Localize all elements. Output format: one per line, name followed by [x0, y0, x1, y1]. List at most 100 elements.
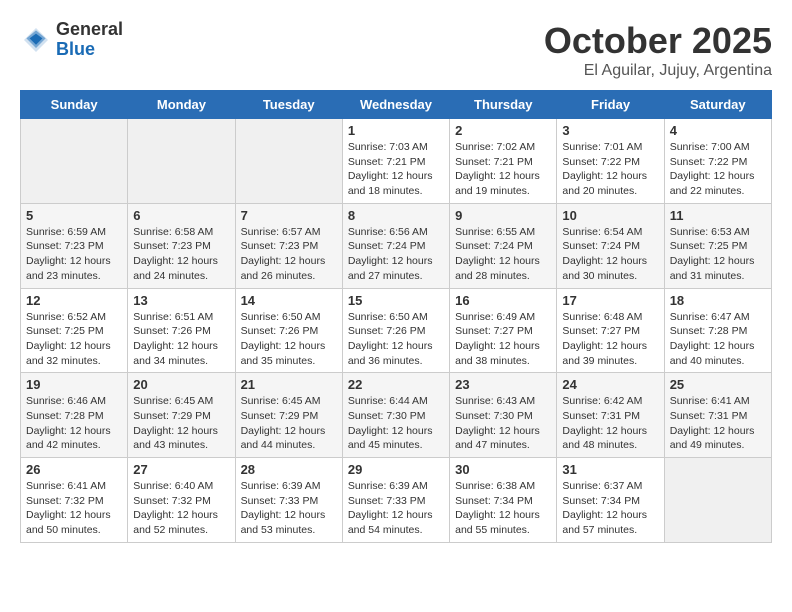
day-number: 3 — [562, 123, 658, 138]
day-number: 22 — [348, 377, 444, 392]
day-info: Sunrise: 6:44 AM Sunset: 7:30 PM Dayligh… — [348, 394, 444, 453]
day-info: Sunrise: 6:56 AM Sunset: 7:24 PM Dayligh… — [348, 225, 444, 284]
day-of-week-header: Saturday — [664, 91, 771, 119]
day-info: Sunrise: 6:38 AM Sunset: 7:34 PM Dayligh… — [455, 479, 551, 538]
day-info: Sunrise: 6:46 AM Sunset: 7:28 PM Dayligh… — [26, 394, 122, 453]
day-number: 21 — [241, 377, 337, 392]
day-info: Sunrise: 6:47 AM Sunset: 7:28 PM Dayligh… — [670, 310, 766, 369]
calendar-day-cell: 20 Sunrise: 6:45 AM Sunset: 7:29 PM Dayli… — [128, 373, 235, 458]
calendar-week-row: 19 Sunrise: 6:46 AM Sunset: 7:28 PM Dayli… — [21, 373, 772, 458]
day-info: Sunrise: 6:40 AM Sunset: 7:32 PM Dayligh… — [133, 479, 229, 538]
day-number: 20 — [133, 377, 229, 392]
day-info: Sunrise: 6:50 AM Sunset: 7:26 PM Dayligh… — [241, 310, 337, 369]
day-number: 10 — [562, 208, 658, 223]
calendar-table: SundayMondayTuesdayWednesdayThursdayFrid… — [20, 90, 772, 543]
calendar-day-cell: 24Sunrise: 6:42 AM Sunset: 7:31 PM Dayli… — [557, 373, 664, 458]
day-info: Sunrise: 7:01 AM Sunset: 7:22 PM Dayligh… — [562, 140, 658, 199]
day-of-week-header: Wednesday — [342, 91, 449, 119]
day-info: Sunrise: 6:58 AM Sunset: 7:23 PM Dayligh… — [133, 225, 229, 284]
day-number: 7 — [241, 208, 337, 223]
day-info: Sunrise: 6:57 AM Sunset: 7:23 PM Dayligh… — [241, 225, 337, 284]
day-of-week-header: Sunday — [21, 91, 128, 119]
calendar-week-row: 1 Sunrise: 7:03 AM Sunset: 7:21 PM Daylig… — [21, 119, 772, 204]
month-title: October 2025 — [544, 20, 772, 62]
day-number: 14 — [241, 293, 337, 308]
day-info: Sunrise: 6:43 AM Sunset: 7:30 PM Dayligh… — [455, 394, 551, 453]
calendar-day-cell: 5 Sunrise: 6:59 AM Sunset: 7:23 PM Daylig… — [21, 203, 128, 288]
calendar-day-cell: 9 Sunrise: 6:55 AM Sunset: 7:24 PM Daylig… — [450, 203, 557, 288]
calendar-day-cell: 17 Sunrise: 6:48 AM Sunset: 7:27 PM Dayli… — [557, 288, 664, 373]
calendar-day-cell: 28 Sunrise: 6:39 AM Sunset: 7:33 PM Dayli… — [235, 458, 342, 543]
day-info: Sunrise: 7:03 AM Sunset: 7:21 PM Dayligh… — [348, 140, 444, 199]
day-info: Sunrise: 6:55 AM Sunset: 7:24 PM Dayligh… — [455, 225, 551, 284]
day-number: 5 — [26, 208, 122, 223]
calendar-day-cell: 11 Sunrise: 6:53 AM Sunset: 7:25 PM Dayli… — [664, 203, 771, 288]
day-number: 8 — [348, 208, 444, 223]
day-number: 30 — [455, 462, 551, 477]
day-info: Sunrise: 6:53 AM Sunset: 7:25 PM Dayligh… — [670, 225, 766, 284]
calendar-day-cell: 16 Sunrise: 6:49 AM Sunset: 7:27 PM Dayli… — [450, 288, 557, 373]
day-number: 4 — [670, 123, 766, 138]
calendar-day-cell: 22 Sunrise: 6:44 AM Sunset: 7:30 PM Dayli… — [342, 373, 449, 458]
calendar-day-cell: 21Sunrise: 6:45 AM Sunset: 7:29 PM Dayli… — [235, 373, 342, 458]
header: General Blue October 2025 El Aguilar, Ju… — [20, 20, 772, 80]
day-number: 17 — [562, 293, 658, 308]
day-info: Sunrise: 6:41 AM Sunset: 7:32 PM Dayligh… — [26, 479, 122, 538]
day-number: 6 — [133, 208, 229, 223]
day-number: 25 — [670, 377, 766, 392]
day-number: 1 — [348, 123, 444, 138]
calendar-day-cell: 13Sunrise: 6:51 AM Sunset: 7:26 PM Dayli… — [128, 288, 235, 373]
calendar-day-cell: 7 Sunrise: 6:57 AM Sunset: 7:23 PM Daylig… — [235, 203, 342, 288]
day-info: Sunrise: 6:48 AM Sunset: 7:27 PM Dayligh… — [562, 310, 658, 369]
calendar-day-cell: 27 Sunrise: 6:40 AM Sunset: 7:32 PM Dayli… — [128, 458, 235, 543]
day-info: Sunrise: 6:50 AM Sunset: 7:26 PM Dayligh… — [348, 310, 444, 369]
logo-text: General Blue — [56, 20, 123, 60]
calendar-week-row: 12 Sunrise: 6:52 AM Sunset: 7:25 PM Dayli… — [21, 288, 772, 373]
day-number: 27 — [133, 462, 229, 477]
day-info: Sunrise: 7:00 AM Sunset: 7:22 PM Dayligh… — [670, 140, 766, 199]
calendar-day-cell: 23Sunrise: 6:43 AM Sunset: 7:30 PM Dayli… — [450, 373, 557, 458]
logo-general: General — [56, 20, 123, 40]
day-number: 9 — [455, 208, 551, 223]
day-info: Sunrise: 6:45 AM Sunset: 7:29 PM Dayligh… — [133, 394, 229, 453]
day-number: 19 — [26, 377, 122, 392]
day-number: 11 — [670, 208, 766, 223]
calendar-day-cell: 15 Sunrise: 6:50 AM Sunset: 7:26 PM Dayli… — [342, 288, 449, 373]
calendar-day-cell: 10 Sunrise: 6:54 AM Sunset: 7:24 PM Dayli… — [557, 203, 664, 288]
calendar-day-cell: 31 Sunrise: 6:37 AM Sunset: 7:34 PM Dayli… — [557, 458, 664, 543]
day-of-week-header: Thursday — [450, 91, 557, 119]
calendar-day-cell: 3 Sunrise: 7:01 AM Sunset: 7:22 PM Daylig… — [557, 119, 664, 204]
day-info: Sunrise: 6:39 AM Sunset: 7:33 PM Dayligh… — [241, 479, 337, 538]
calendar-day-cell — [128, 119, 235, 204]
calendar-day-cell: 25Sunrise: 6:41 AM Sunset: 7:31 PM Dayli… — [664, 373, 771, 458]
day-number: 12 — [26, 293, 122, 308]
calendar-day-cell: 4 Sunrise: 7:00 AM Sunset: 7:22 PM Daylig… — [664, 119, 771, 204]
day-number: 2 — [455, 123, 551, 138]
day-info: Sunrise: 6:42 AM Sunset: 7:31 PM Dayligh… — [562, 394, 658, 453]
location-subtitle: El Aguilar, Jujuy, Argentina — [544, 62, 772, 80]
day-of-week-header: Tuesday — [235, 91, 342, 119]
logo-icon — [20, 24, 52, 56]
day-info: Sunrise: 6:39 AM Sunset: 7:33 PM Dayligh… — [348, 479, 444, 538]
day-number: 16 — [455, 293, 551, 308]
day-number: 26 — [26, 462, 122, 477]
calendar-day-cell: 18Sunrise: 6:47 AM Sunset: 7:28 PM Dayli… — [664, 288, 771, 373]
calendar-day-cell: 6 Sunrise: 6:58 AM Sunset: 7:23 PM Daylig… — [128, 203, 235, 288]
day-info: Sunrise: 6:52 AM Sunset: 7:25 PM Dayligh… — [26, 310, 122, 369]
day-number: 15 — [348, 293, 444, 308]
calendar-week-row: 5 Sunrise: 6:59 AM Sunset: 7:23 PM Daylig… — [21, 203, 772, 288]
calendar-day-cell: 2Sunrise: 7:02 AM Sunset: 7:21 PM Daylig… — [450, 119, 557, 204]
title-area: October 2025 El Aguilar, Jujuy, Argentin… — [544, 20, 772, 80]
day-info: Sunrise: 6:37 AM Sunset: 7:34 PM Dayligh… — [562, 479, 658, 538]
day-of-week-header: Friday — [557, 91, 664, 119]
calendar-day-cell: 29Sunrise: 6:39 AM Sunset: 7:33 PM Dayli… — [342, 458, 449, 543]
day-number: 31 — [562, 462, 658, 477]
day-info: Sunrise: 6:49 AM Sunset: 7:27 PM Dayligh… — [455, 310, 551, 369]
day-info: Sunrise: 6:59 AM Sunset: 7:23 PM Dayligh… — [26, 225, 122, 284]
day-info: Sunrise: 6:54 AM Sunset: 7:24 PM Dayligh… — [562, 225, 658, 284]
calendar-day-cell: 1 Sunrise: 7:03 AM Sunset: 7:21 PM Daylig… — [342, 119, 449, 204]
calendar-day-cell: 26 Sunrise: 6:41 AM Sunset: 7:32 PM Dayli… — [21, 458, 128, 543]
day-number: 28 — [241, 462, 337, 477]
calendar-day-cell — [664, 458, 771, 543]
calendar-day-cell — [235, 119, 342, 204]
